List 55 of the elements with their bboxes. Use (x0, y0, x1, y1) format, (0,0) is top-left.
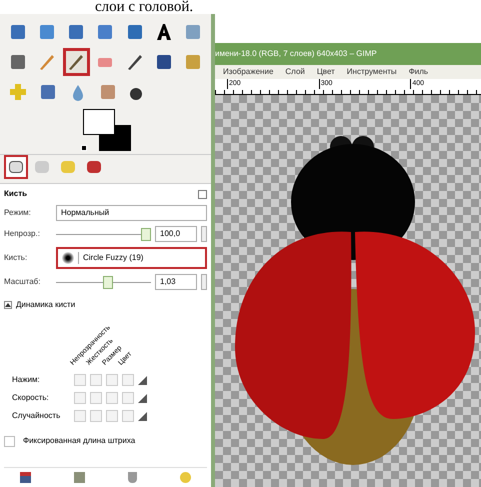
menu-item[interactable]: Инструменты (346, 66, 397, 78)
slider-track[interactable] (56, 228, 151, 240)
brush-selector[interactable]: Circle Fuzzy (19) (56, 247, 207, 269)
section-title: Динамика кисти (16, 299, 76, 311)
field-label: Кисть: (4, 252, 28, 264)
letter-a-icon (155, 23, 174, 41)
field-label: Непрозр.: (4, 228, 41, 240)
spin-buttons-icon[interactable] (201, 226, 207, 242)
checkbox[interactable] (122, 374, 134, 386)
row-label: Случайность (11, 410, 62, 422)
checkbox[interactable] (122, 410, 134, 422)
tab-icon (9, 161, 23, 173)
tab-icon (61, 161, 75, 173)
menu-item[interactable]: Цвет (316, 66, 335, 78)
checkbox[interactable] (90, 374, 102, 386)
color-swatches-drawing[interactable] (80, 109, 130, 151)
dock-tab[interactable] (4, 155, 28, 179)
tab-icon (35, 161, 49, 173)
checkbox[interactable] (74, 392, 86, 404)
slider-track[interactable] (56, 276, 151, 288)
menu-item[interactable]: Слой (285, 66, 305, 78)
checkbox[interactable] (90, 392, 102, 404)
window-title: имени-18.0 (RGB, 7 слоев) 640x403 – GIMP (215, 48, 377, 60)
field-label: Масштаб: (4, 276, 42, 288)
tool-button[interactable] (62, 48, 90, 76)
checkbox[interactable] (90, 410, 102, 422)
article-text: слои с головой. (94, 0, 194, 14)
slider-thumb[interactable] (141, 228, 152, 241)
menu-item[interactable]: Изображение (223, 66, 274, 78)
row-label: Нажим: (11, 374, 41, 386)
checkbox[interactable] (74, 410, 86, 422)
tool-icon (8, 82, 28, 102)
brush-name: Circle Fuzzy (19) (78, 252, 205, 264)
menu-item[interactable]: Филь (408, 66, 428, 78)
checkbox[interactable] (106, 374, 118, 386)
checkbox[interactable] (106, 410, 118, 422)
number-field[interactable]: 1,03 (155, 274, 197, 290)
tab-icon (87, 161, 101, 173)
number-field[interactable]: 100,0 (155, 226, 197, 242)
panel-title: Кисть (4, 188, 28, 200)
checkbox-label: Фиксированная длина штриха (23, 435, 136, 447)
panel-menu-icon[interactable] (198, 190, 207, 198)
brush-preview-icon (62, 252, 74, 264)
tool-icon (38, 82, 58, 102)
expander-icon[interactable] (4, 301, 12, 309)
checkbox[interactable] (106, 392, 118, 404)
checkbox[interactable] (4, 436, 15, 446)
checkbox[interactable] (74, 374, 86, 386)
row-label: Скорость: (11, 392, 50, 404)
slider-thumb[interactable] (103, 276, 114, 289)
tool-icon (98, 82, 118, 102)
spin-buttons-icon[interactable] (201, 274, 207, 290)
mode-dropdown[interactable]: Нормальный (56, 205, 207, 221)
field-label: Режим: (4, 207, 32, 219)
checkbox[interactable] (122, 392, 134, 404)
